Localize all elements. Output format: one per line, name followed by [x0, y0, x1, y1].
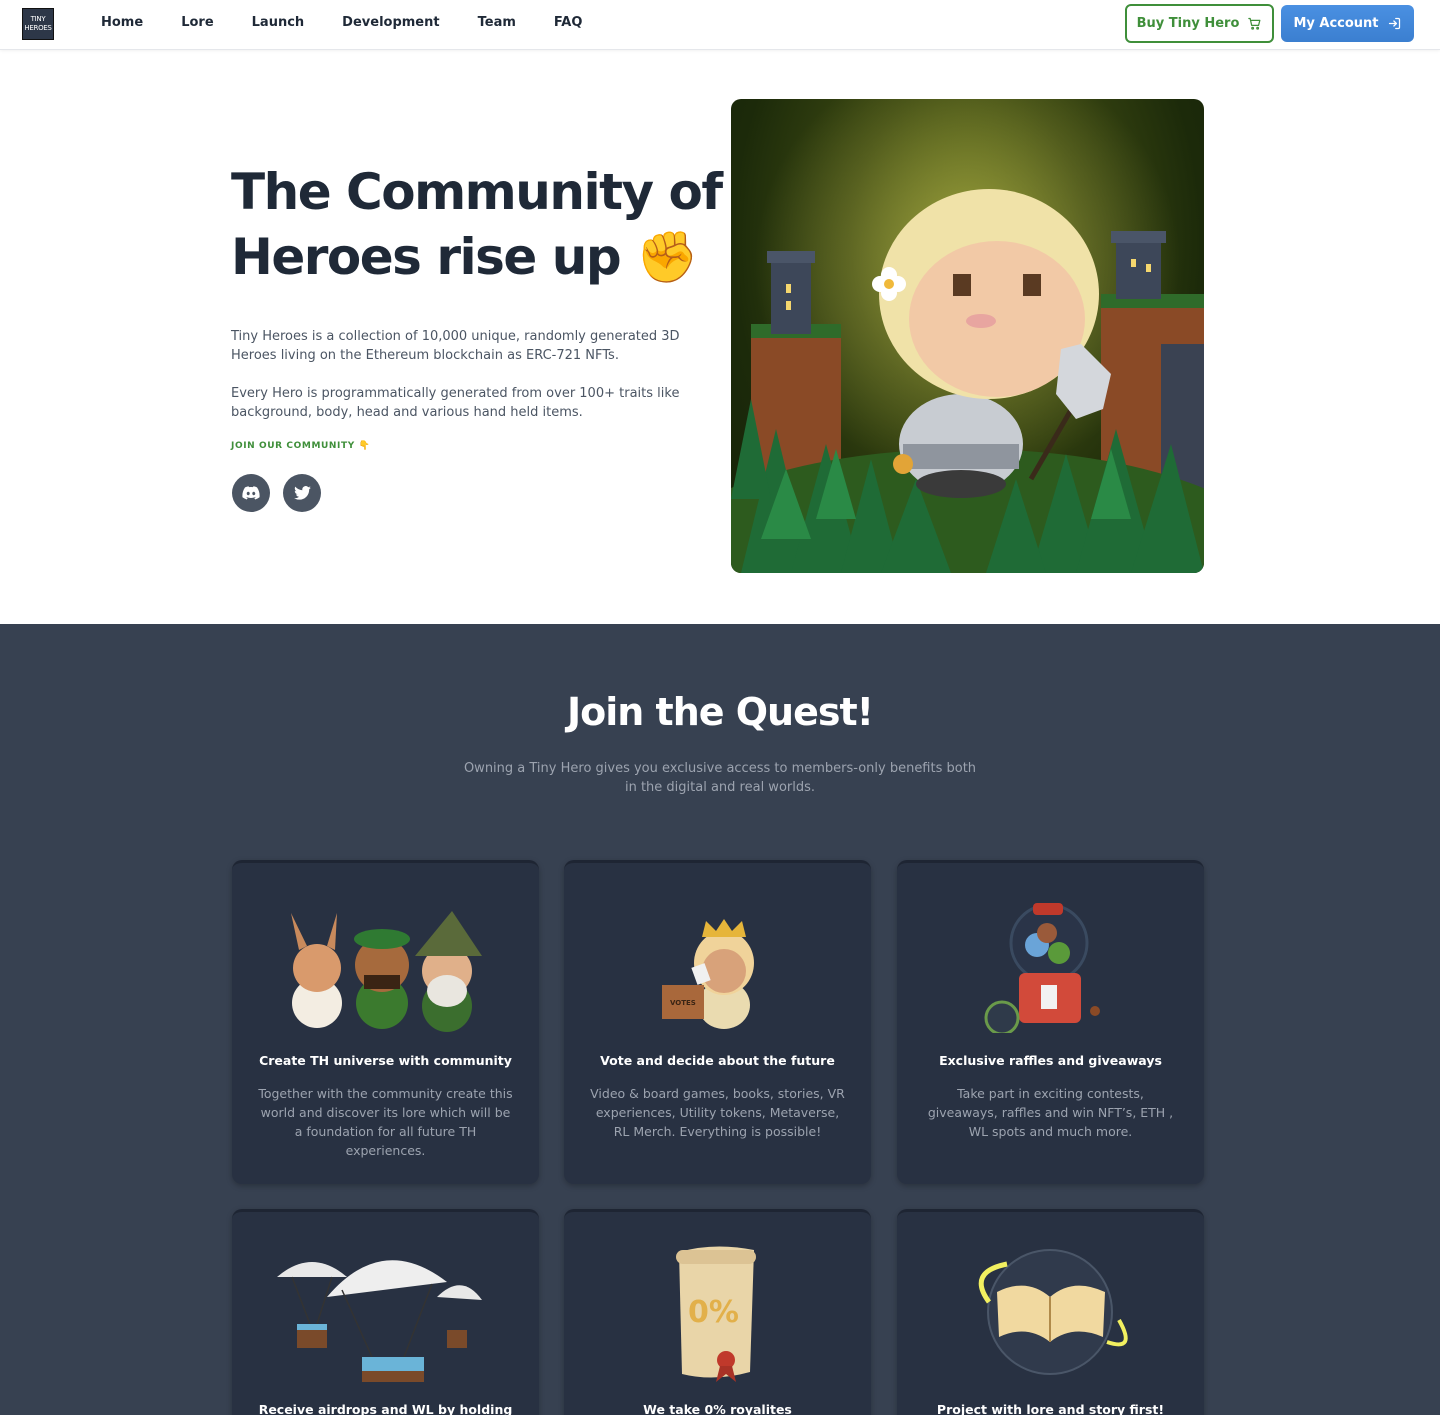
heroes-trio-illustration [291, 911, 482, 1032]
discord-button[interactable] [232, 474, 270, 512]
twitter-button[interactable] [283, 474, 321, 512]
card-text: Video & board games, books, stories, VR … [590, 1086, 845, 1139]
nav-link-team[interactable]: Team [478, 15, 516, 30]
nav-link-home[interactable]: Home [101, 15, 143, 30]
votes-label: VOTES [670, 999, 696, 1007]
benefit-card-community: Create TH universe with community Togeth… [232, 860, 539, 1184]
benefit-card-vote: VOTES Vote and decide about the future V… [564, 860, 871, 1184]
hero-paragraph-1: Tiny Heroes is a collection of 10,000 un… [231, 329, 680, 363]
quest-subtitle: Owning a Tiny Hero gives you exclusive a… [463, 761, 977, 795]
card-title: Create TH universe with community [259, 1053, 512, 1068]
card-title: Receive airdrops and WL by holding [258, 1402, 513, 1415]
nav-link-lore[interactable]: Lore [181, 15, 213, 30]
magic-book-illustration [978, 1249, 1128, 1375]
login-icon [1388, 17, 1400, 30]
nav-link-development[interactable]: Development [342, 15, 439, 30]
scroll-zero-percent-illustration: 0% [676, 1246, 756, 1382]
buy-button-label: Buy Tiny Hero [1136, 16, 1240, 31]
hero-illustration [731, 99, 1204, 573]
discord-icon [242, 486, 260, 500]
account-button-label: My Account [1293, 16, 1379, 31]
card-title: Exclusive raffles and giveaways [939, 1053, 1162, 1068]
hero-knight-scene [731, 99, 1204, 573]
cart-icon [1248, 17, 1261, 30]
voting-hero-illustration: VOTES [662, 919, 754, 1029]
zero-percent-label: 0% [688, 1295, 739, 1330]
gumball-machine-illustration [984, 903, 1100, 1033]
card-title: Project with lore and story first! [936, 1402, 1165, 1415]
benefit-card-airdrops: Receive airdrops and WL by holding [232, 1209, 539, 1415]
nav-link-launch[interactable]: Launch [252, 15, 305, 30]
tiny-heroes-logo[interactable]: TINY HEROES [22, 8, 54, 40]
benefit-card-royalties: 0% We take 0% royalites [564, 1209, 871, 1415]
nav-link-faq[interactable]: FAQ [554, 15, 583, 30]
logo-line-2: HEROES [24, 24, 52, 32]
card-text: Take part in exciting contests, giveaway… [927, 1086, 1174, 1139]
logo-line-1: TINY [30, 15, 46, 23]
card-title: We take 0% royalites [643, 1402, 792, 1415]
join-community-label: JOIN OUR COMMUNITY 👇 [231, 441, 371, 451]
nav-links: Home Lore Launch Development Team FAQ [101, 15, 582, 30]
top-navbar: TINY HEROES Home Lore Launch Development… [0, 0, 1440, 50]
card-title: Vote and decide about the future [600, 1053, 835, 1068]
hero-paragraph-2: Every Hero is programmatically generated… [231, 386, 680, 420]
card-text: Together with the community create this … [258, 1086, 513, 1158]
benefit-card-raffles: Exclusive raffles and giveaways Take par… [897, 860, 1204, 1184]
twitter-icon [293, 486, 311, 500]
hero-title: The Community of Heroes rise up ✊ [231, 163, 723, 286]
buy-tiny-hero-button[interactable]: Buy Tiny Hero [1125, 4, 1274, 43]
airdrop-crates-illustration [277, 1260, 482, 1382]
quest-title: Join the Quest! [566, 690, 874, 734]
benefit-card-lore: Project with lore and story first! [897, 1209, 1204, 1415]
my-account-button[interactable]: My Account [1281, 5, 1414, 42]
